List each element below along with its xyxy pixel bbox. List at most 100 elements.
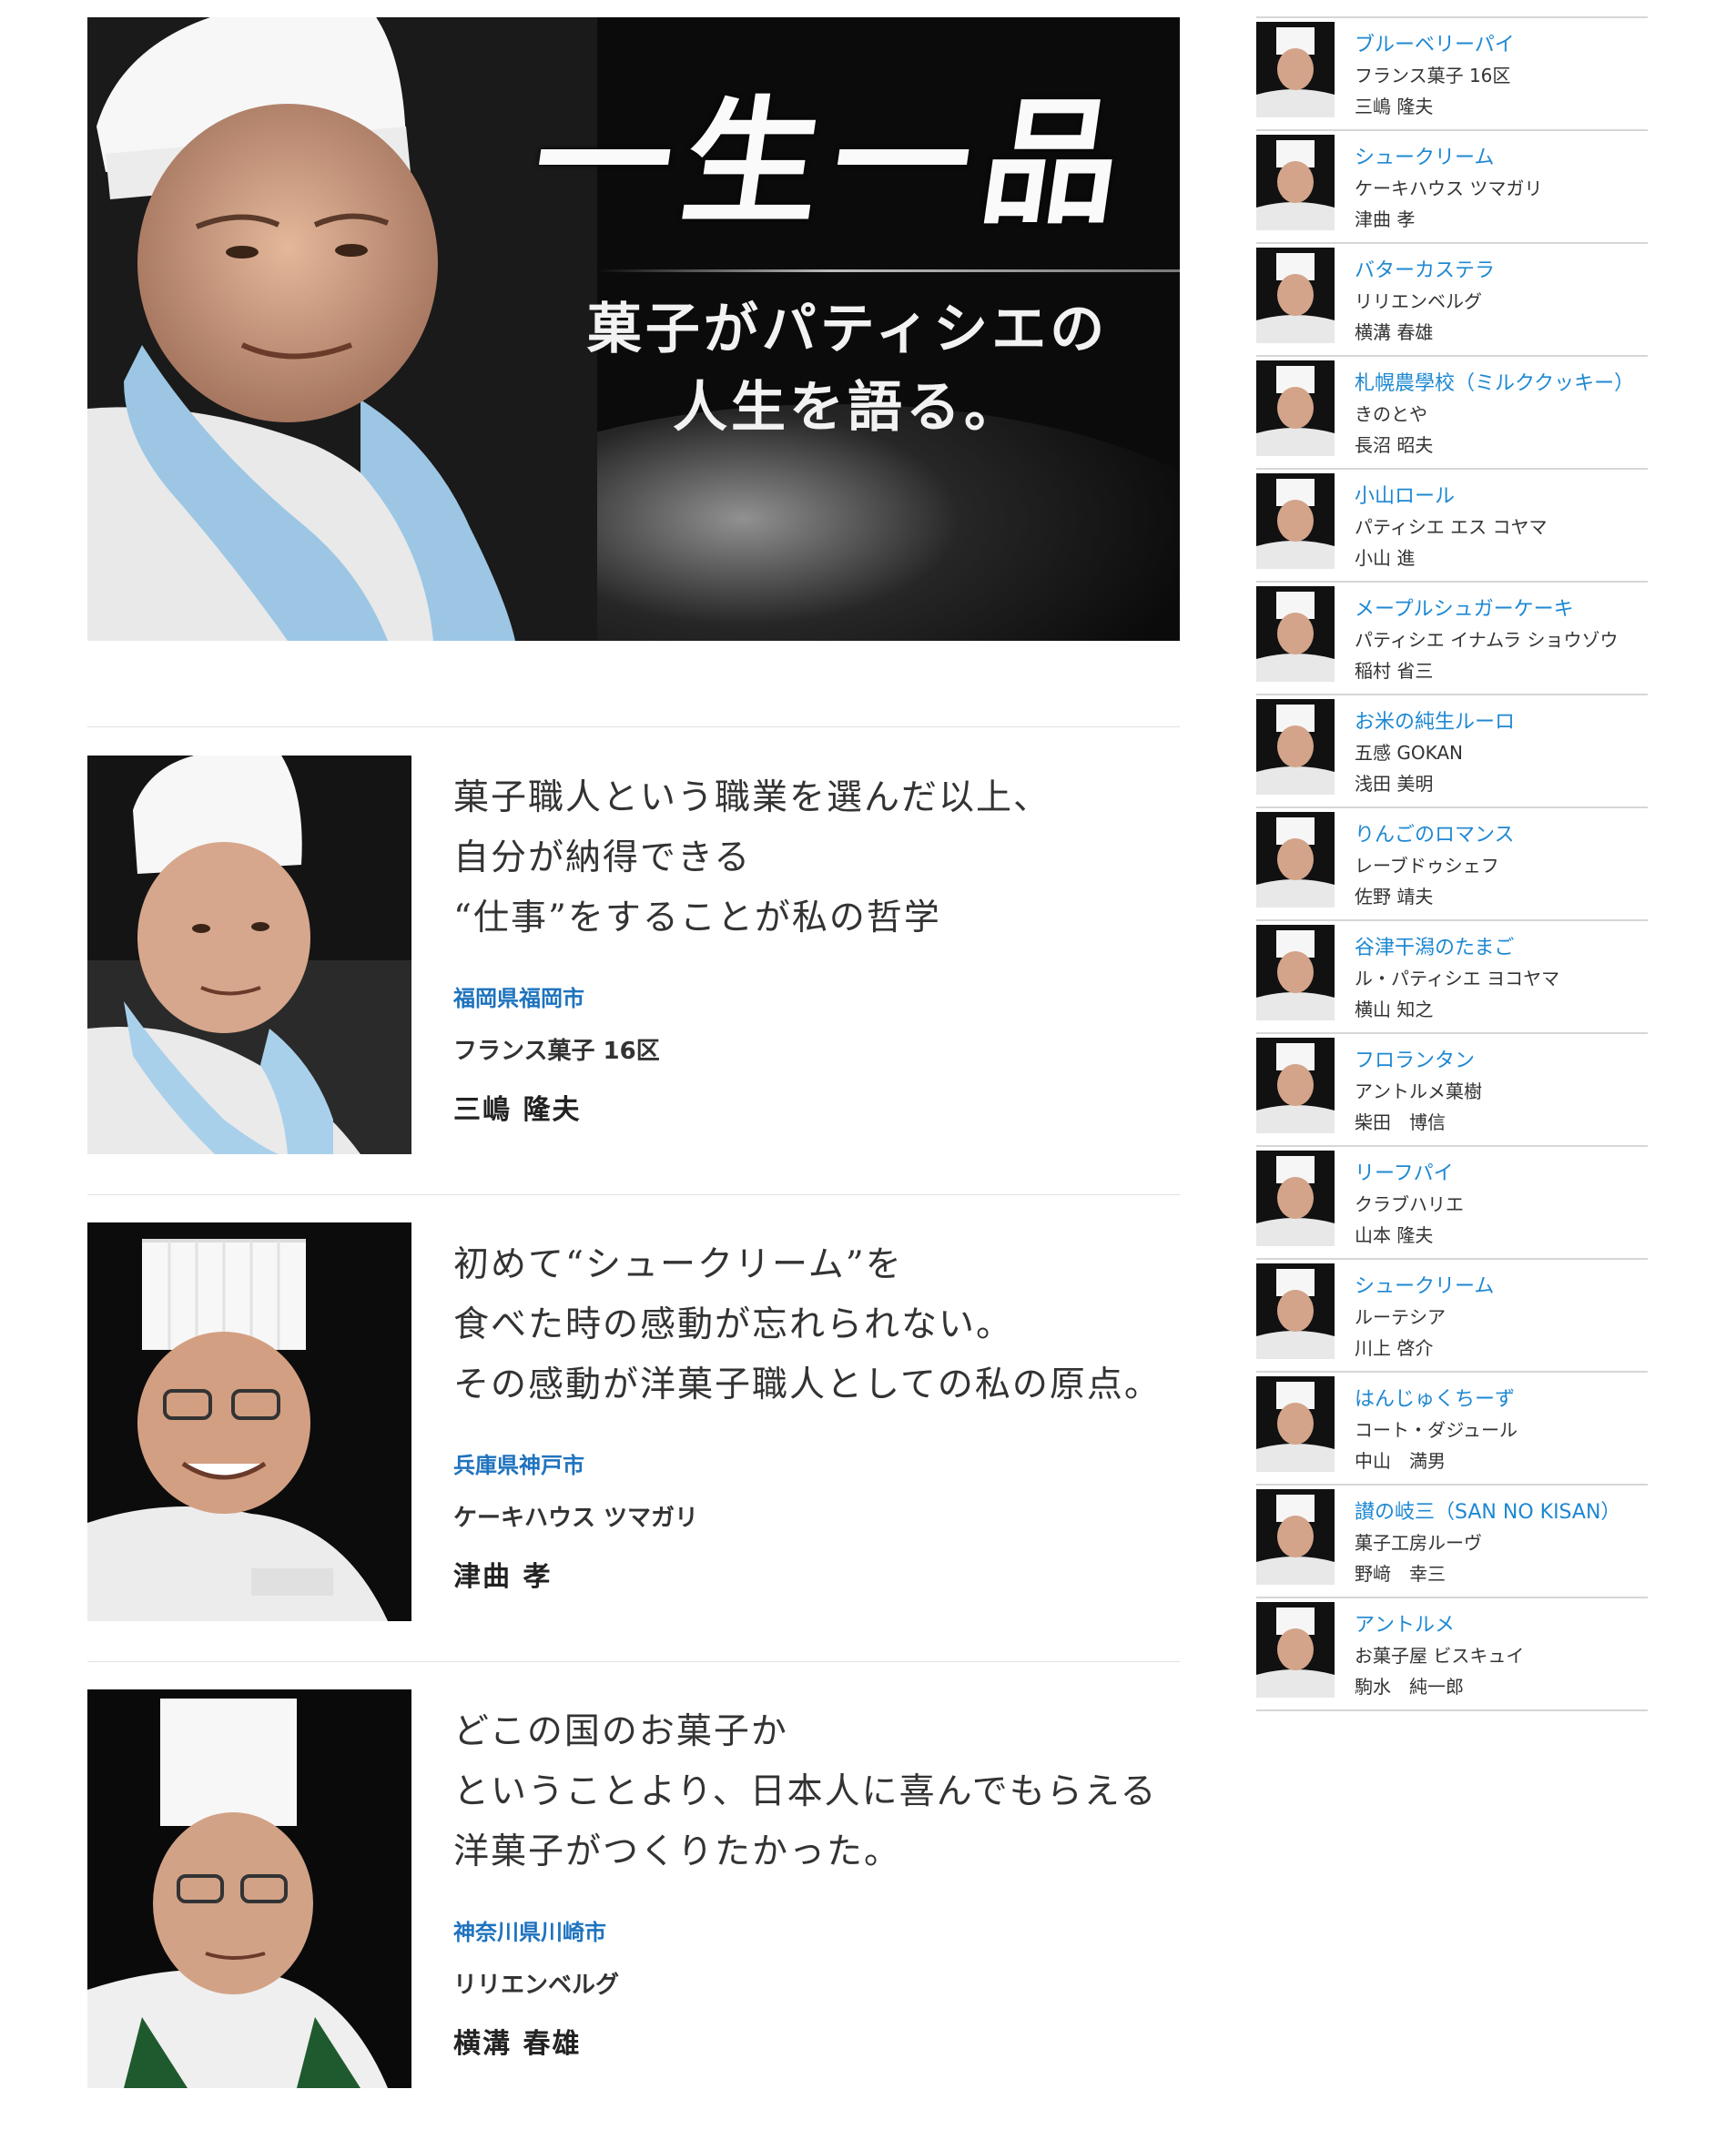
sidebar-item-chef-name: 川上 啓介 xyxy=(1355,1337,1434,1359)
sidebar-item-chef-name: 佐野 靖夫 xyxy=(1355,886,1434,908)
hero-subtitle-line: 人生を語る。 xyxy=(673,376,1022,440)
sidebar-item-title-link[interactable]: お米の純生ルーロ xyxy=(1355,708,1648,737)
sidebar-item-title-link[interactable]: りんごのロマンス xyxy=(1355,821,1648,850)
sidebar-item-shop: クラブハリエ xyxy=(1355,1193,1464,1215)
quote-line: ということより、日本人に喜んでもらえる xyxy=(453,1771,1158,1812)
sidebar-item-text: シュークリームケーキハウス ツマガリ 津曲 孝 xyxy=(1355,131,1648,242)
sidebar-item-title-link[interactable]: ブルーベリーパイ xyxy=(1355,31,1648,60)
quote-line: 初めて“シュークリーム”を xyxy=(453,1244,903,1285)
sidebar-item-text: フロランタン アントルメ菓樹 柴田 博信 xyxy=(1355,1034,1648,1145)
sidebar-item-shop: パティシエ イナムラ ショウゾウ xyxy=(1355,629,1619,651)
sidebar-item-chef-name: 横山 知之 xyxy=(1355,999,1434,1020)
sidebar-end-divider xyxy=(1256,1709,1648,1711)
chef-photo[interactable] xyxy=(87,1222,411,1621)
sidebar-item-thumbnail[interactable] xyxy=(1256,22,1335,117)
sidebar-item-text: 讃の岐三（SAN NO KISAN） 菓子工房ルーヴ 野﨑 幸三 xyxy=(1355,1486,1648,1597)
sidebar-item-text: 谷津干潟のたまごル・パティシエ ヨコヤマ 横山 知之 xyxy=(1355,921,1648,1032)
sidebar-item[interactable]: バターカステラ リリエンベルグ 横溝 春雄 xyxy=(1256,242,1648,355)
sidebar-item-chef-name: 駒水 純一郎 xyxy=(1355,1676,1464,1698)
sidebar-item-shop: コート・ダジュール xyxy=(1355,1419,1518,1441)
quote-line: その感動が洋菓子職人としての私の原点。 xyxy=(453,1364,1162,1405)
sidebar-item-thumbnail[interactable] xyxy=(1256,586,1335,682)
sidebar-item-thumbnail[interactable] xyxy=(1256,1263,1335,1359)
sidebar-item[interactable]: お米の純生ルーロ五感 GOKAN 浅田 美明 xyxy=(1256,694,1648,806)
sidebar-item-shop: 菓子工房ルーヴ xyxy=(1355,1532,1482,1554)
entry-shop: リリエンベルグ xyxy=(453,1972,620,1999)
sidebar-item-shop: ル・パティシエ ヨコヤマ xyxy=(1355,968,1560,989)
sidebar-item[interactable]: りんごのロマンス レーブドゥシェフ 佐野 靖夫 xyxy=(1256,806,1648,919)
quote-line: 食べた時の感動が忘れられない。 xyxy=(453,1304,1014,1345)
sidebar-items: ブルーベリーパイ フランス菓子 16区 三嶋 隆夫 シュークリーム ケーキハウス ツマガ… xyxy=(1256,16,1648,1709)
sidebar-item-thumbnail[interactable] xyxy=(1256,248,1335,343)
sidebar-item-title-link[interactable]: 谷津干潟のたまご xyxy=(1355,934,1648,963)
sidebar-item-thumbnail[interactable] xyxy=(1256,473,1335,569)
hero-banner: 一生一品 菓子がパティシエの 人生を語る。 xyxy=(87,17,1180,641)
sidebar-item[interactable]: はんじゅくちーず コート・ダジュール 中山 満男 xyxy=(1256,1371,1648,1484)
sidebar-item-thumbnail[interactable] xyxy=(1256,699,1335,795)
sidebar-item[interactable]: 小山ロール パティシエ エス コヤマ 小山 進 xyxy=(1256,468,1648,581)
sidebar-item-title-link[interactable]: メープルシュガーケーキ xyxy=(1355,595,1648,624)
sidebar-item-chef-name: 津曲 孝 xyxy=(1355,208,1416,230)
entry-shop: フランス菓子 16区 xyxy=(453,1038,660,1065)
entry-divider xyxy=(87,726,1180,727)
hero-divider-line xyxy=(597,269,1180,272)
quote-line: 洋菓子がつくりたかった。 xyxy=(453,1831,902,1872)
sidebar-item-text: りんごのロマンス レーブドゥシェフ 佐野 靖夫 xyxy=(1355,808,1648,919)
sidebar-item-chef-name: 稲村 省三 xyxy=(1355,660,1434,682)
sidebar-item[interactable]: シュークリームケーキハウス ツマガリ 津曲 孝 xyxy=(1256,129,1648,242)
sidebar-item[interactable]: 讃の岐三（SAN NO KISAN） 菓子工房ルーヴ 野﨑 幸三 xyxy=(1256,1484,1648,1597)
sidebar-item-shop: ケーキハウス ツマガリ xyxy=(1355,177,1543,199)
sidebar-item-chef-name: 山本 隆夫 xyxy=(1355,1224,1434,1246)
sidebar-item-thumbnail[interactable] xyxy=(1256,1376,1335,1472)
featured-entry[interactable]: どこの国のお菓子か ということより、日本人に喜んでもらえる 洋菓子がつくりたかっ… xyxy=(87,1689,1180,2090)
sidebar-item[interactable]: フロランタン アントルメ菓樹 柴田 博信 xyxy=(1256,1032,1648,1145)
featured-entry[interactable]: 初めて“シュークリーム”を 食べた時の感動が忘れられない。 その感動が洋菓子職人… xyxy=(87,1222,1180,1623)
entry-shop: ケーキハウス ツマガリ xyxy=(453,1505,699,1532)
sidebar-item-text: 札幌農學校（ミルククッキー） きのとや長沼 昭夫 xyxy=(1355,357,1648,468)
sidebar-item-shop: きのとや xyxy=(1355,403,1427,425)
sidebar-item-title-link[interactable]: リーフパイ xyxy=(1355,1160,1648,1189)
sidebar-item-shop: パティシエ エス コヤマ xyxy=(1355,516,1548,538)
sidebar-item-title-link[interactable]: 小山ロール xyxy=(1355,482,1648,512)
entry-location: 兵庫県神戸市 xyxy=(453,1453,584,1478)
quote-line: どこの国のお菓子か xyxy=(453,1711,788,1752)
sidebar-item-title-link[interactable]: シュークリーム xyxy=(1355,144,1648,173)
sidebar-item[interactable]: 谷津干潟のたまごル・パティシエ ヨコヤマ 横山 知之 xyxy=(1256,919,1648,1032)
entry-location: 神奈川県川崎市 xyxy=(453,1920,606,1945)
chef-photo[interactable] xyxy=(87,756,411,1154)
sidebar-item-thumbnail[interactable] xyxy=(1256,1151,1335,1246)
sidebar-item-thumbnail[interactable] xyxy=(1256,1489,1335,1585)
sidebar-item-chef-name: 浅田 美明 xyxy=(1355,773,1434,795)
sidebar-item-chef-name: 長沼 昭夫 xyxy=(1355,434,1434,456)
sidebar-item-title-link[interactable]: はんじゅくちーず xyxy=(1355,1385,1648,1415)
sidebar-item[interactable]: 札幌農學校（ミルククッキー） きのとや長沼 昭夫 xyxy=(1256,355,1648,468)
sidebar-item-thumbnail[interactable] xyxy=(1256,360,1335,456)
sidebar-item-thumbnail[interactable] xyxy=(1256,812,1335,908)
sidebar-item-thumbnail[interactable] xyxy=(1256,135,1335,230)
sidebar-item[interactable]: メープルシュガーケーキパティシエ イナムラ ショウゾウ 稲村 省三 xyxy=(1256,581,1648,694)
sidebar-item-title-link[interactable]: 讃の岐三（SAN NO KISAN） xyxy=(1355,1498,1648,1527)
entry-quote: 初めて“シュークリーム”を 食べた時の感動が忘れられない。 その感動が洋菓子職人… xyxy=(453,1235,1182,1415)
sidebar-item-text: 小山ロール パティシエ エス コヤマ 小山 進 xyxy=(1355,470,1648,581)
sidebar-item[interactable]: リーフパイクラブハリエ 山本 隆夫 xyxy=(1256,1145,1648,1258)
sidebar-item-thumbnail[interactable] xyxy=(1256,1602,1335,1698)
hero-subtitle-line: 菓子がパティシエの xyxy=(586,298,1109,361)
chef-photo[interactable] xyxy=(87,1689,411,2088)
sidebar-item-title-link[interactable]: フロランタン xyxy=(1355,1047,1648,1076)
sidebar-item-chef-name: 横溝 春雄 xyxy=(1355,321,1434,343)
sidebar-item[interactable]: ブルーベリーパイ フランス菓子 16区 三嶋 隆夫 xyxy=(1256,16,1648,129)
featured-entry[interactable]: 菓子職人という職業を選んだ以上、 自分が納得できる “仕事”をすることが私の哲学… xyxy=(87,756,1180,1156)
sidebar-item-text: アントルメ お菓子屋 ビスキュイ 駒水 純一郎 xyxy=(1355,1598,1648,1709)
sidebar-item-shop: 五感 GOKAN xyxy=(1355,742,1464,764)
sidebar-item-text: メープルシュガーケーキパティシエ イナムラ ショウゾウ 稲村 省三 xyxy=(1355,583,1648,694)
sidebar-item-title-link[interactable]: 札幌農學校（ミルククッキー） xyxy=(1355,370,1648,399)
sidebar-item-chef-name: 柴田 博信 xyxy=(1355,1111,1446,1133)
sidebar-item-thumbnail[interactable] xyxy=(1256,1038,1335,1133)
sidebar-item[interactable]: アントルメ お菓子屋 ビスキュイ 駒水 純一郎 xyxy=(1256,1597,1648,1709)
sidebar-item[interactable]: シュークリーム ルーテシア 川上 啓介 xyxy=(1256,1258,1648,1371)
sidebar-item-title-link[interactable]: シュークリーム xyxy=(1355,1273,1648,1302)
sidebar-item-title-link[interactable]: アントルメ xyxy=(1355,1611,1648,1640)
sidebar-item-title-link[interactable]: バターカステラ xyxy=(1355,257,1648,286)
sidebar-item-thumbnail[interactable] xyxy=(1256,925,1335,1020)
entry-chef-name: 津曲 孝 xyxy=(453,1561,553,1593)
